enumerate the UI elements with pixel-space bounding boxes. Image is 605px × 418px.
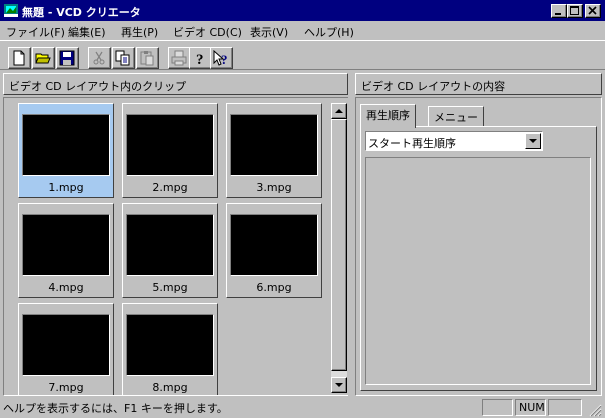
menu-bar: ファイル(F) 編集(E) 再生(P) ビデオ CD(C) 表示(V) ヘルプ(… [0,21,605,40]
clips-pane: ビデオ CD レイアウト内のクリップ 1.mpg 2.mpg 3.mpg 4.m… [3,73,348,396]
clip-thumbnail [126,114,214,176]
clip-filename: 7.mpg [48,381,84,394]
clip-thumbnail [230,214,318,276]
resize-grip-icon[interactable] [589,404,602,417]
layout-contents-body: 再生順序 メニュー スタート再生順序 [355,97,602,396]
clip-item[interactable]: 1.mpg [18,103,114,198]
print-icon [171,50,187,66]
cut-icon [93,51,105,65]
layout-contents-header: ビデオ CD レイアウトの内容 [355,73,602,95]
svg-text:?: ? [196,52,204,66]
context-help-button[interactable]: ? [210,47,233,69]
copy-button[interactable] [112,47,135,69]
scroll-thumb[interactable] [331,119,347,371]
clip-filename: 6.mpg [256,281,292,294]
scroll-up-button[interactable] [331,103,347,119]
clip-thumbnail [126,214,214,276]
clip-item[interactable]: 2.mpg [122,103,218,198]
clip-item[interactable]: 4.mpg [18,203,114,298]
pane-splitter[interactable] [349,73,353,396]
copy-icon [115,50,130,66]
clip-thumbnail [22,114,110,176]
clip-filename: 2.mpg [152,181,188,194]
playback-order-list[interactable] [365,157,591,385]
help-icon: ? [196,52,204,66]
close-button[interactable] [585,4,601,18]
clip-item[interactable]: 5.mpg [122,203,218,298]
clip-thumbnail [230,114,318,176]
tab-menu[interactable]: メニュー [428,106,484,126]
window-title: 無題 - VCD クリエータ [22,6,141,19]
menu-edit[interactable]: 編集(E) [68,24,106,40]
menu-view[interactable]: 表示(V) [250,24,288,40]
clip-filename: 1.mpg [48,181,84,194]
layout-contents-title: ビデオ CD レイアウトの内容 [361,80,506,93]
chevron-down-icon [529,139,537,143]
maximize-button[interactable] [567,4,583,18]
new-button[interactable] [8,47,31,69]
clip-thumbnail-area[interactable]: 1.mpg 2.mpg 3.mpg 4.mpg 5.mpg 6.mpg 7.mp… [3,97,348,396]
clip-filename: 3.mpg [256,181,292,194]
maximize-icon [570,6,579,15]
tab-playback-order[interactable]: 再生順序 [360,104,416,128]
paste-icon [140,51,154,66]
help-button[interactable]: ? [189,47,212,69]
clips-pane-header: ビデオ CD レイアウト内のクリップ [3,73,348,95]
clip-thumbnail [22,314,110,376]
title-bar[interactable]: 無題 - VCD クリエータ [0,0,605,21]
tab-playback-order-label: 再生順序 [366,109,410,122]
cut-button[interactable] [88,47,111,69]
context-help-icon: ? [213,50,228,66]
menu-help[interactable]: ヘルプ(H) [304,24,354,40]
new-document-icon [13,50,25,66]
scroll-down-button[interactable] [331,377,347,393]
clip-filename: 5.mpg [152,281,188,294]
status-panel-1 [482,399,513,416]
toolbar: ? ? [0,40,605,70]
minimize-button[interactable] [551,4,567,18]
layout-contents-pane: ビデオ CD レイアウトの内容 再生順序 メニュー スタート再生順序 [355,73,602,396]
clip-item[interactable]: 3.mpg [226,103,322,198]
print-button[interactable] [168,47,191,69]
clip-thumbnail [126,314,214,376]
clip-item[interactable]: 7.mpg [18,303,114,395]
clip-thumbnail [22,214,110,276]
status-panel-3 [548,399,582,416]
dropdown-button[interactable] [525,133,541,149]
clip-item[interactable]: 6.mpg [226,203,322,298]
menu-video-cd[interactable]: ビデオ CD(C) [173,24,242,40]
minimize-icon [555,13,561,15]
status-panel-num: NUM [515,399,546,416]
playback-order-value: スタート再生順序 [368,137,456,150]
svg-text:?: ? [221,52,228,66]
close-icon [588,6,597,15]
arrow-down-icon [335,383,343,387]
menu-file[interactable]: ファイル(F) [6,24,65,40]
open-folder-icon [35,53,51,64]
save-disk-icon [59,50,75,66]
clip-filename: 4.mpg [48,281,84,294]
paste-button[interactable] [136,47,159,69]
vcd-creator-app-icon[interactable] [3,3,19,18]
tab-menu-label: メニュー [434,111,478,124]
status-bar: ヘルプを表示するには、F1 キーを押します。 NUM [0,397,605,418]
clips-pane-title: ビデオ CD レイアウト内のクリップ [9,80,187,93]
playback-order-select[interactable]: スタート再生順序 [365,131,543,151]
menu-play[interactable]: 再生(P) [121,24,158,40]
open-button[interactable] [32,47,55,69]
save-button[interactable] [56,47,79,69]
status-message: ヘルプを表示するには、F1 キーを押します。 [3,402,228,415]
clips-vertical-scrollbar[interactable] [331,103,347,393]
tab-panel: スタート再生順序 [360,126,597,391]
clip-item[interactable]: 8.mpg [122,303,218,395]
clip-filename: 8.mpg [152,381,188,394]
arrow-up-icon [335,109,343,113]
